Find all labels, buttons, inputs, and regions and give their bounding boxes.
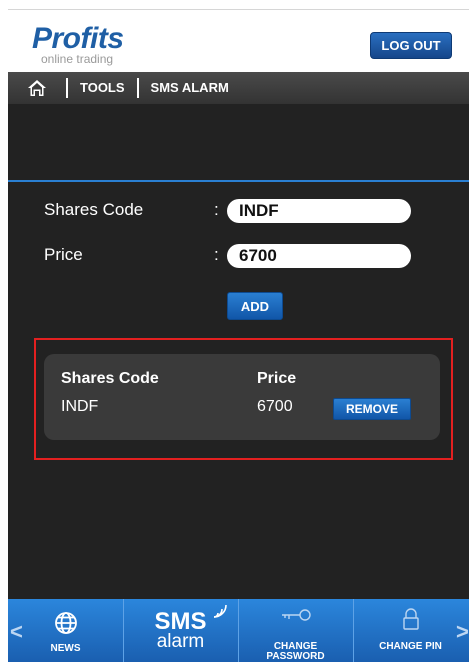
logout-button[interactable]: LOG OUT (370, 32, 452, 59)
sms-logo-text: SMS (154, 608, 207, 635)
add-button[interactable]: ADD (227, 292, 283, 320)
profits-logo: Profits (32, 22, 124, 55)
main-panel: Shares Code : INDF Price : 6700 ADD Shar… (8, 104, 469, 599)
home-icon[interactable] (20, 72, 54, 104)
key-icon (279, 607, 313, 628)
nav-change-password[interactable]: CHANGE PASSWORD (238, 599, 353, 662)
nav-change-password-label: CHANGE PASSWORD (266, 641, 325, 662)
column-header-price: Price (257, 370, 297, 387)
bottom-nav: < > NEWS SMS alarm CHANGE PASSWORD CHANG… (8, 599, 469, 662)
nav-change-pin[interactable]: CHANGE PIN (353, 599, 468, 662)
globe-icon (54, 611, 78, 640)
sms-alarm-icon: SMS (154, 605, 228, 635)
breadcrumb: TOOLS SMS ALARM (8, 72, 469, 104)
breadcrumb-separator (66, 78, 68, 98)
app-header: Profits online trading LOG OUT (8, 10, 469, 72)
breadcrumb-tools[interactable]: TOOLS (80, 72, 125, 104)
nav-sms-alarm[interactable]: SMS alarm (123, 599, 238, 662)
nav-news-label: NEWS (50, 643, 81, 654)
shares-code-label: Shares Code (44, 200, 144, 219)
price-label: Price (44, 245, 83, 264)
logo-tagline: online trading (41, 52, 114, 66)
row-price: 6700 (257, 398, 293, 415)
alarm-list-card: Shares Code Price INDF 6700 REMOVE (44, 354, 440, 440)
sms-logo-subtext: alarm (156, 631, 205, 652)
breadcrumb-sms-alarm: SMS ALARM (150, 80, 229, 95)
section-divider (8, 180, 469, 182)
breadcrumb-separator (136, 78, 139, 98)
column-header-code: Shares Code (61, 370, 159, 387)
nav-change-pin-label: CHANGE PIN (379, 641, 442, 652)
lock-icon (402, 607, 420, 636)
colon: : (214, 245, 219, 264)
colon: : (214, 200, 219, 219)
price-input[interactable]: 6700 (227, 244, 411, 268)
remove-button[interactable]: REMOVE (333, 398, 411, 420)
row-share-code: INDF (61, 398, 99, 415)
nav-news[interactable]: NEWS (8, 599, 123, 662)
shares-code-input[interactable]: INDF (227, 199, 411, 223)
